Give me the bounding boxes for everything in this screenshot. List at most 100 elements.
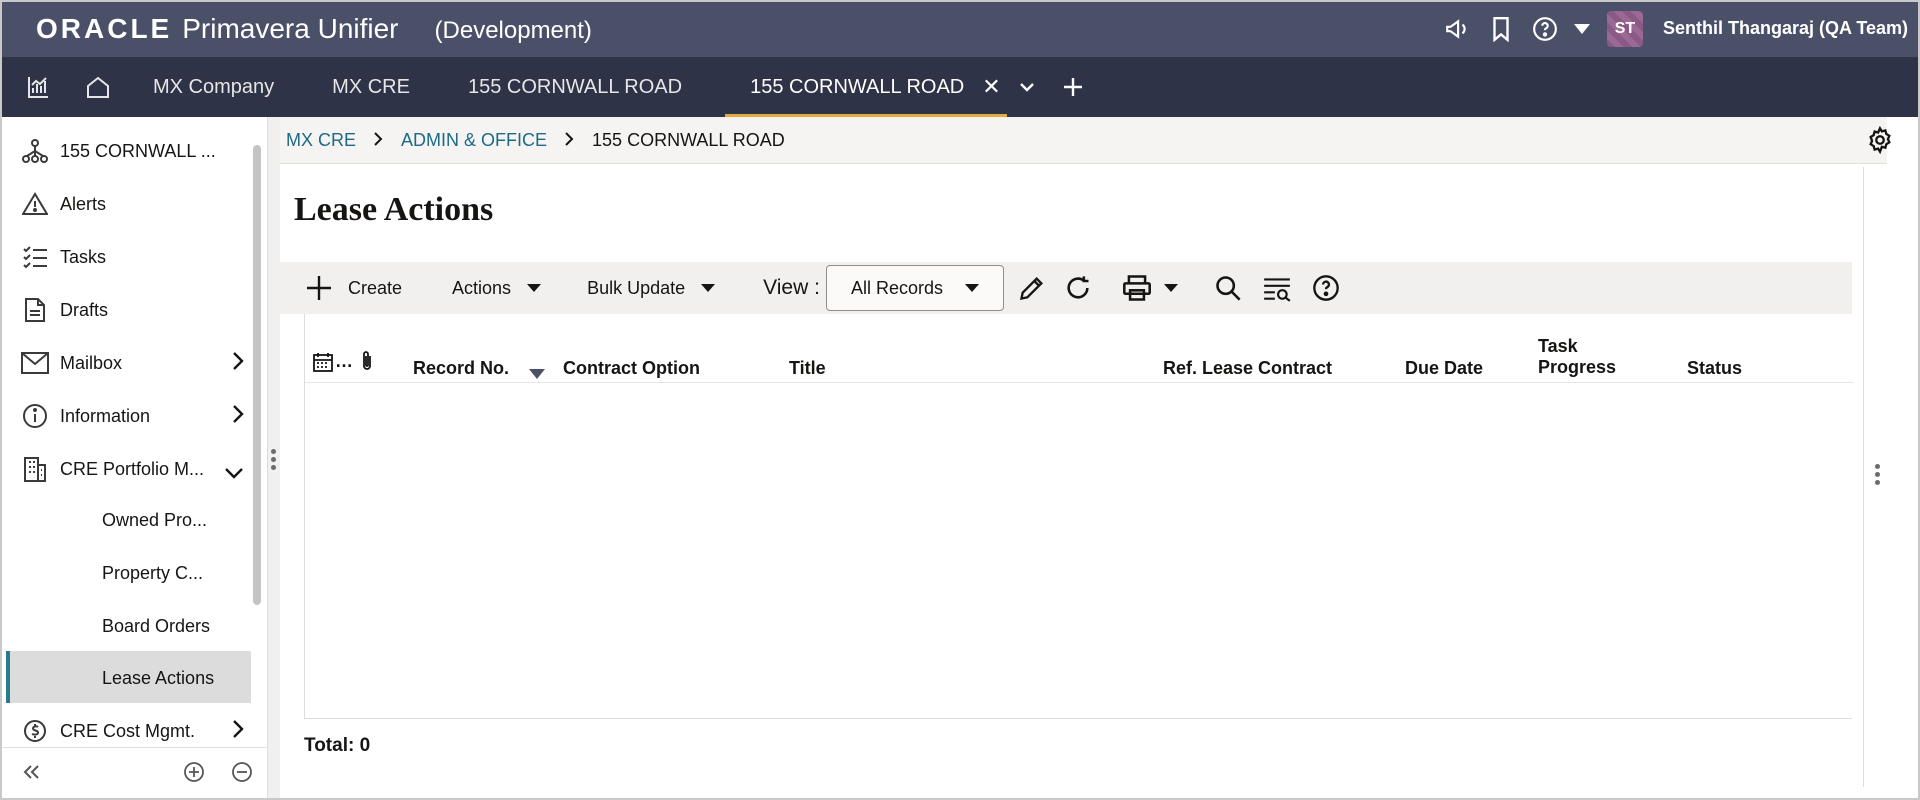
find-in-list-icon[interactable] (1262, 274, 1292, 302)
sidebar-item-mailbox[interactable]: Mailbox (0, 337, 250, 389)
sidebar-item-label: Information (60, 405, 151, 426)
sidebar-item-label: CRE Portfolio M... (60, 458, 205, 479)
view-label: View : (763, 276, 820, 299)
bulk-update-button[interactable]: Bulk Update (587, 262, 716, 314)
sort-descending-icon[interactable] (529, 366, 545, 384)
caret-down-icon[interactable] (1567, 0, 1597, 57)
sidebar-item-label: Mailbox (60, 352, 123, 373)
breadcrumb: MX CRE ADMIN & OFFICE 155 CORNWALL ROAD (280, 117, 1887, 164)
product-name: Primavera Unifier (182, 12, 399, 44)
main-content: MX CRE ADMIN & OFFICE 155 CORNWALL ROAD … (280, 117, 1920, 800)
column-header-contract-option[interactable]: Contract Option (563, 358, 700, 379)
calendar-column-icon[interactable]: … (313, 351, 353, 372)
oracle-logo: ORACLE (36, 12, 173, 44)
chevron-down-icon[interactable] (1007, 57, 1047, 117)
breadcrumb-link-admin-office[interactable]: ADMIN & OFFICE (401, 130, 547, 151)
caret-down-icon (527, 284, 542, 292)
caret-down-icon (964, 284, 979, 292)
tab-mx-cre[interactable]: MX CRE (299, 57, 443, 117)
chevron-down-icon[interactable] (224, 463, 244, 484)
header-actions: ST Senthil Thangaraj (QA Team) (1435, 0, 1908, 57)
hierarchy-icon (20, 138, 50, 164)
tab-bar: MX Company MX CRE 155 CORNWALL ROAD 155 … (0, 57, 1920, 117)
more-options-icon[interactable] (1875, 464, 1880, 485)
column-header-task-progress[interactable]: Task Progress (1538, 336, 1616, 378)
avatar[interactable]: ST (1606, 10, 1643, 47)
create-button[interactable]: Create (306, 262, 402, 314)
help-icon[interactable] (1312, 274, 1340, 302)
help-icon[interactable] (1523, 0, 1567, 57)
column-header-record-no[interactable]: Record No. (413, 358, 509, 379)
dashboard-chart-icon[interactable] (8, 57, 68, 117)
refresh-icon[interactable] (1064, 274, 1092, 302)
chevron-right-icon[interactable] (232, 404, 244, 429)
sidebar-item-project[interactable]: 155 CORNWALL ... (0, 125, 250, 177)
bulk-update-label: Bulk Update (587, 277, 686, 298)
info-icon (20, 403, 50, 429)
sidebar-item-drafts[interactable]: Drafts (0, 284, 250, 336)
expand-all-icon[interactable] (183, 761, 205, 788)
chevron-right-icon[interactable] (232, 719, 244, 744)
chevron-right-icon[interactable] (232, 351, 244, 376)
tab-155-cornwall-road-active[interactable]: 155 CORNWALL ROAD ✕ (725, 57, 1008, 117)
view-select[interactable]: All Records (825, 265, 1004, 311)
create-label: Create (348, 277, 403, 298)
sidebar-subitem-property-c[interactable]: Property C... (102, 563, 203, 584)
tab-155-cornwall-road[interactable]: 155 CORNWALL ROAD (443, 57, 707, 117)
content-vertical-divider (1863, 167, 1864, 787)
add-tab-icon[interactable] (1047, 57, 1099, 117)
panel-splitter[interactable] (268, 117, 280, 800)
tab-mx-company[interactable]: MX Company (128, 57, 299, 117)
close-icon[interactable]: ✕ (982, 74, 1000, 100)
drafts-icon (20, 297, 50, 323)
mail-icon (20, 352, 50, 374)
breadcrumb-link-mx-cre[interactable]: MX CRE (286, 130, 356, 151)
environment-label: (Development) (434, 16, 592, 44)
sidebar-item-cre-portfolio[interactable]: CRE Portfolio M... (0, 443, 250, 495)
total-count: Total: 0 (304, 735, 371, 756)
sidebar-footer (0, 747, 268, 800)
megaphone-icon[interactable] (1435, 0, 1479, 57)
sidebar-item-label: CRE Cost Mgmt. (60, 720, 196, 741)
page-title: Lease Actions (294, 191, 494, 228)
grid-header: … Record No. Contract Option Title Ref. … (305, 314, 1853, 383)
chevron-right-icon (374, 130, 383, 151)
search-icon[interactable] (1214, 274, 1242, 302)
sidebar-item-tasks[interactable]: Tasks (0, 231, 250, 283)
column-header-title[interactable]: Title (789, 358, 826, 379)
chevron-right-icon (565, 130, 574, 151)
building-icon (20, 456, 50, 482)
column-header-due-date[interactable]: Due Date (1405, 358, 1483, 379)
print-icon[interactable] (1122, 274, 1152, 302)
user-name[interactable]: Senthil Thangaraj (QA Team) (1663, 18, 1908, 39)
sidebar-item-information[interactable]: Information (0, 390, 250, 442)
sidebar-subitem-board-orders[interactable]: Board Orders (102, 616, 210, 637)
column-header-status[interactable]: Status (1687, 358, 1742, 379)
tab-label: MX Company (153, 75, 275, 98)
sidebar-item-label: 155 CORNWALL ... (60, 140, 216, 161)
app-header: ORACLE Primavera Unifier (Development) S… (0, 0, 1920, 57)
tasks-icon (20, 245, 50, 269)
sidebar-subitem-owned-properties[interactable]: Owned Pro... (102, 510, 207, 531)
sidebar-item-alerts[interactable]: Alerts (0, 178, 250, 230)
tab-label: 155 CORNWALL ROAD (750, 75, 965, 98)
bookmark-icon[interactable] (1479, 0, 1523, 57)
column-header-ref-lease-contract[interactable]: Ref. Lease Contract (1163, 358, 1332, 379)
toolbar: Create Actions Bulk Update View : All Re… (280, 262, 1852, 314)
sidebar-scrollbar[interactable] (253, 145, 261, 605)
caret-down-icon[interactable] (1163, 284, 1178, 292)
home-icon[interactable] (68, 57, 128, 117)
caret-down-icon (701, 284, 716, 292)
brand: ORACLE Primavera Unifier (Development) (36, 13, 592, 45)
edit-icon[interactable] (1018, 274, 1046, 302)
gear-icon[interactable] (1866, 125, 1894, 159)
collapse-sidebar-icon[interactable] (22, 764, 40, 785)
sidebar-item-label: Tasks (60, 246, 107, 267)
sidebar-subitem-lease-actions[interactable]: Lease Actions (102, 668, 214, 689)
collapse-all-icon[interactable] (231, 761, 253, 788)
attachment-column-icon[interactable] (360, 350, 374, 377)
breadcrumb-current: 155 CORNWALL ROAD (592, 129, 785, 150)
actions-button[interactable]: Actions (452, 262, 542, 314)
splitter-handle-icon[interactable] (271, 449, 276, 470)
column-header-task-progress-line1: Task (1538, 336, 1578, 356)
